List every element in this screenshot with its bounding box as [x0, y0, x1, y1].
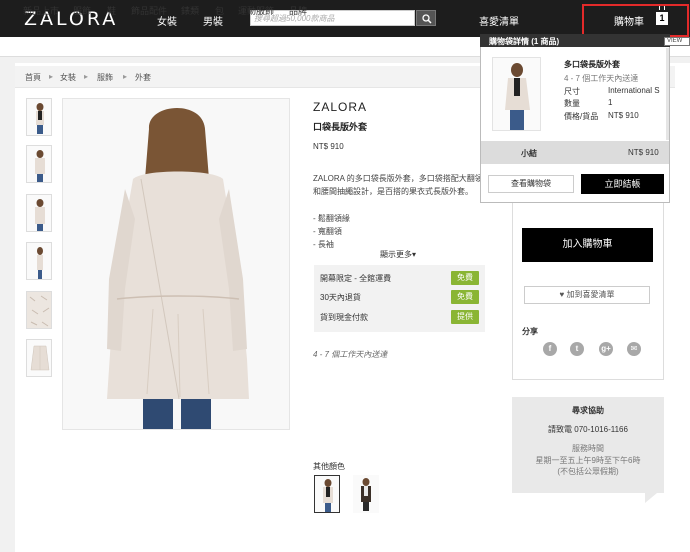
perk-returns: 30天內退貨	[320, 293, 361, 302]
perk-cod: 貨到現金付款	[320, 313, 368, 322]
help-hours: 星期一至五上午9時至下午6時	[535, 456, 641, 465]
mini-cart-item-title[interactable]: 多口袋長版外套	[564, 59, 620, 70]
mini-cart-price-value: NT$ 910	[608, 111, 639, 120]
category-sports[interactable]: 運動服飾	[238, 4, 274, 17]
perk-badge: 免費	[451, 290, 479, 304]
view-cart-button[interactable]: 查看購物袋	[488, 175, 574, 193]
help-hours-label: 服務時間	[572, 444, 604, 453]
search-input[interactable]: 搜尋超過50,000款商品	[250, 10, 415, 26]
breadcrumb-separator-icon: ▸	[123, 72, 128, 81]
category-watches[interactable]: 錶類	[181, 4, 199, 17]
breadcrumb-jackets[interactable]: 外套	[135, 72, 151, 83]
category-new[interactable]: 新品上市	[23, 4, 59, 17]
mini-cart-item-image[interactable]	[492, 57, 541, 131]
feature-bullet: - 寬翻領	[313, 227, 342, 236]
help-phone: 請致電 070-1016-1166	[548, 425, 628, 434]
description-line: 和腰間抽繩設計，是百搭的果衣式長版外套。	[313, 187, 473, 196]
help-note: (不包括公眾假期)	[557, 467, 619, 476]
product-thumbnail[interactable]	[26, 242, 52, 280]
category-bags[interactable]: 包	[215, 4, 224, 17]
wishlist-link[interactable]: 喜愛清單	[479, 13, 519, 28]
twitter-icon[interactable]: t	[570, 342, 584, 356]
mini-cart-scrollbar[interactable]	[666, 48, 669, 140]
breadcrumb-separator-icon: ▸	[84, 72, 89, 81]
breadcrumb-clothing[interactable]: 服飾	[97, 72, 113, 83]
product-brand[interactable]: ZALORA	[313, 100, 367, 114]
product-thumbnail[interactable]	[26, 194, 52, 232]
checkout-button[interactable]: 立即結帳	[581, 174, 664, 194]
product-thumbnail[interactable]	[26, 339, 52, 377]
add-to-cart-button[interactable]: 加入購物車	[522, 228, 653, 262]
mini-cart-qty-label: 數量	[564, 99, 580, 108]
mini-cart-item-shipping: 4 - 7 個工作天內送達	[564, 74, 639, 83]
cart-highlight-box	[582, 4, 689, 37]
product-price: NT$ 910	[313, 142, 344, 151]
mini-cart-size-value: International S	[608, 86, 660, 95]
product-thumbnail[interactable]	[26, 291, 52, 329]
mini-cart-subtotal-value: NT$ 910	[628, 148, 659, 157]
category-shoes[interactable]: 鞋	[107, 4, 116, 17]
google-plus-icon[interactable]: g+	[599, 342, 613, 356]
perk-free-shipping: 開幕限定 - 全館運費	[320, 274, 392, 283]
category-brands[interactable]: 品牌	[289, 4, 307, 17]
help-title: 尋求協助	[572, 406, 604, 415]
category-clothing[interactable]: 服飾	[73, 4, 91, 17]
perk-badge: 免費	[451, 271, 479, 285]
help-box-notch	[645, 493, 657, 503]
add-to-wishlist-button[interactable]: ♥ 加到喜愛清單	[524, 286, 650, 304]
mini-cart-size-label: 尺寸	[564, 87, 580, 96]
share-label: 分享	[522, 327, 538, 336]
search-icon	[422, 14, 432, 24]
other-colors-label: 其他顏色	[313, 462, 345, 471]
color-option[interactable]	[314, 475, 340, 513]
product-thumbnail[interactable]	[26, 145, 52, 183]
main-product-image[interactable]	[62, 98, 290, 430]
mini-cart-header: 購物袋詳情 (1 商品)	[480, 34, 670, 47]
category-accessories[interactable]: 飾品配件	[131, 4, 167, 17]
mini-cart-qty-value: 1	[608, 98, 613, 107]
show-more-link[interactable]: 顯示更多▾	[380, 249, 416, 260]
mini-cart-price-label: 價格/貨品	[564, 112, 599, 121]
product-thumbnail[interactable]	[26, 98, 52, 136]
product-name: 口袋長版外套	[313, 122, 368, 132]
breadcrumb-separator-icon: ▸	[49, 72, 54, 81]
email-icon[interactable]: ✉	[627, 342, 641, 356]
delivery-estimate: 4 - 7 個工作天內送達	[313, 350, 388, 359]
feature-bullet: - 長袖	[313, 240, 334, 249]
facebook-icon[interactable]: f	[543, 342, 557, 356]
breadcrumb-women[interactable]: 女裝	[60, 72, 76, 83]
feature-bullet: - 鬆翻領緣	[313, 214, 350, 223]
view-tag[interactable]: VIEW	[664, 37, 690, 46]
product-description: ZALORA 的多口袋長版外套，多口袋搭配大翻領 和腰間抽繩設計，是百搭的果衣式…	[313, 172, 493, 198]
color-option[interactable]	[353, 475, 379, 513]
mini-cart-subtotal-label: 小結	[521, 149, 537, 158]
perk-badge: 提供	[451, 310, 479, 324]
search-button[interactable]	[416, 10, 436, 26]
breadcrumb-home[interactable]: 首頁	[25, 72, 41, 83]
description-line: ZALORA 的多口袋長版外套，多口袋搭配大翻領	[313, 174, 483, 183]
